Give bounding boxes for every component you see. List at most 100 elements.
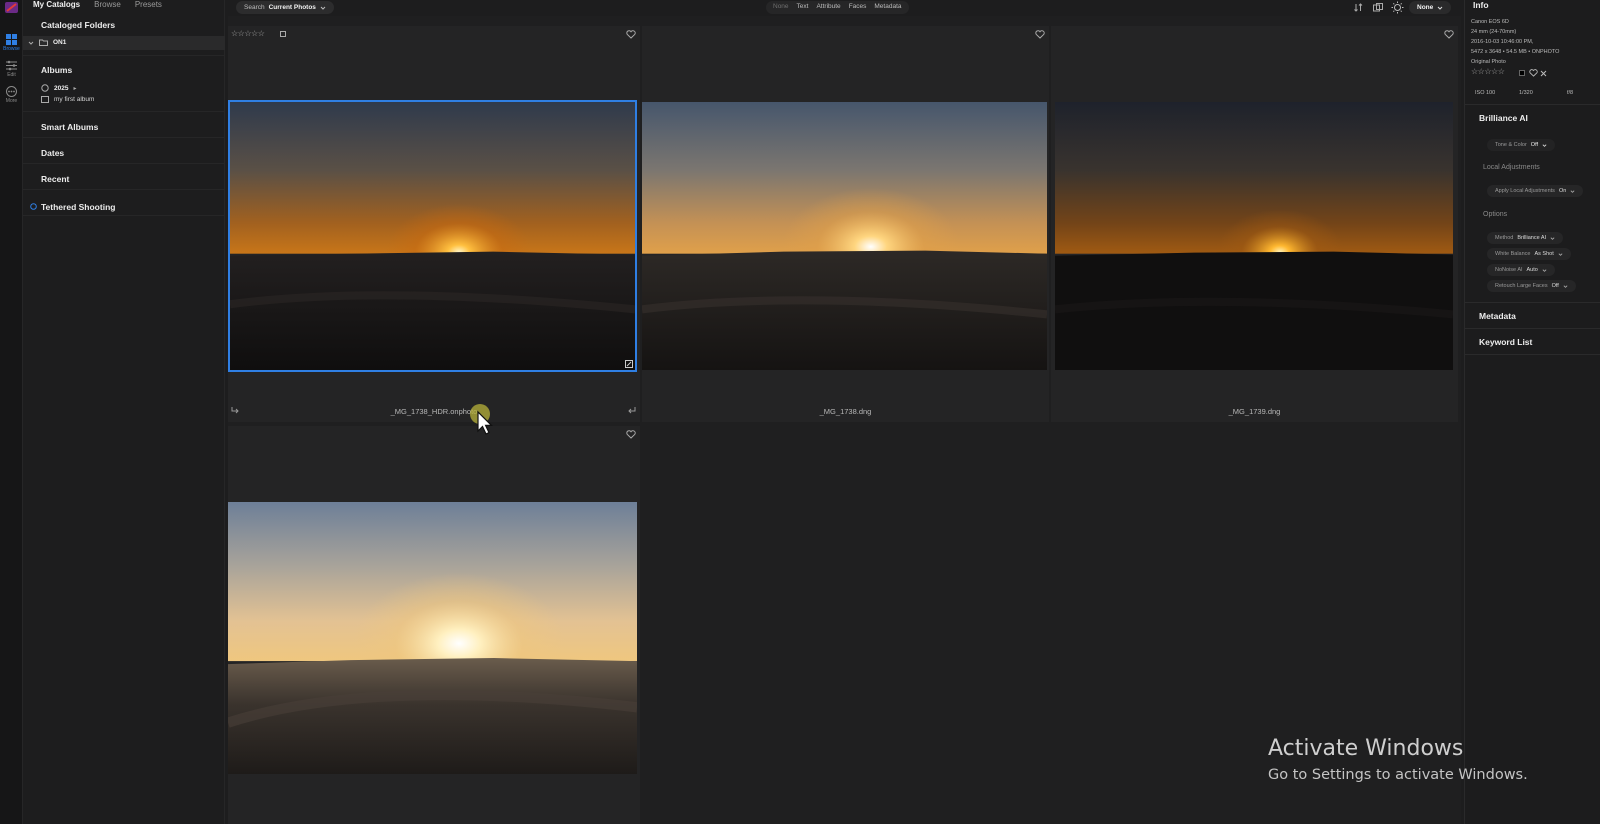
filter-attribute[interactable]: Attribute [816, 3, 840, 12]
sunset-image [1055, 102, 1453, 370]
info-panel: Info Canon EOS 6D 24 mm (24-70mm) 2016-1… [1464, 0, 1600, 824]
heart-icon[interactable] [626, 430, 636, 439]
keyword-list-title[interactable]: Keyword List [1479, 337, 1532, 347]
rail-browse[interactable]: Browse [0, 34, 23, 52]
rail-edit[interactable]: Edit [0, 60, 23, 78]
method-select[interactable]: Method Brilliance AI [1487, 232, 1564, 244]
tone-color-select[interactable]: Tone & Color Off [1487, 139, 1556, 151]
info-star-rating[interactable]: ☆☆☆☆☆ [1471, 67, 1505, 76]
white-balance-select[interactable]: White Balance As Shot [1487, 248, 1571, 260]
heart-icon[interactable] [1529, 69, 1538, 77]
tab-browse[interactable]: Browse [94, 0, 121, 12]
tab-presets[interactable]: Presets [135, 0, 162, 12]
watermark-title: Activate Windows [1268, 736, 1464, 761]
album-group-icon [41, 84, 49, 92]
rail-more[interactable]: More [0, 86, 23, 104]
catalog-panel: My Catalogs Browse Presets Cataloged Fol… [23, 0, 225, 824]
sort-select[interactable]: None [1409, 1, 1452, 14]
photo-filename: _MG_1739.dng [1228, 407, 1281, 416]
heart-icon[interactable] [1035, 30, 1045, 39]
album-icon [41, 96, 49, 103]
method-value: Brilliance AI [1517, 235, 1547, 241]
lens-info: 24 mm (24-70mm) [1471, 29, 1517, 35]
folder-icon [39, 39, 48, 46]
folder-name: ON1 [53, 39, 67, 46]
search-scope-button[interactable]: Search Current Photos [236, 1, 334, 14]
album-item-first[interactable]: my first album [41, 96, 94, 103]
divider [1465, 302, 1600, 303]
chevron-down-icon [1563, 284, 1568, 288]
tether-status-icon [30, 203, 37, 210]
star-rating[interactable]: ☆☆☆☆☆ [231, 29, 265, 38]
filter-metadata[interactable]: Metadata [874, 3, 901, 12]
compare-icon[interactable] [1373, 3, 1383, 12]
method-label: Method [1495, 235, 1514, 241]
light-icon[interactable] [1391, 1, 1404, 14]
retouch-faces-select[interactable]: Retouch Large Faces Off [1487, 280, 1576, 292]
albums-header[interactable]: Albums [41, 65, 72, 75]
photo-thumbnail[interactable] [1055, 102, 1453, 370]
chevron-down-icon [320, 6, 326, 10]
brilliance-title[interactable]: Brilliance AI [1479, 113, 1528, 123]
color-label-box[interactable] [280, 31, 286, 37]
info-title[interactable]: Info [1473, 0, 1489, 10]
heart-icon[interactable] [626, 30, 636, 39]
folder-row-on1[interactable]: ON1 [28, 39, 66, 46]
heart-icon[interactable] [1444, 30, 1454, 39]
rail-more-label: More [5, 98, 18, 104]
nonoise-select[interactable]: NoNoise AI Auto [1487, 264, 1555, 276]
cataloged-folders-header[interactable]: Cataloged Folders [41, 20, 115, 30]
recent-header[interactable]: Recent [41, 174, 69, 184]
filter-text[interactable]: Text [797, 3, 809, 12]
photo-grid: ☆☆☆☆☆ _MG_1738_HDR.onphoto _MG_1738.dng … [228, 16, 1461, 824]
sunset-image [230, 102, 635, 370]
photo-cell[interactable] [228, 426, 640, 824]
cataloged-folders-section: Cataloged Folders ON1 [23, 14, 225, 56]
apply-local-select[interactable]: Apply Local Adjustments On [1487, 185, 1584, 197]
photo-thumbnail[interactable] [228, 502, 637, 774]
photo-cell[interactable]: ☆☆☆☆☆ _MG_1738_HDR.onphoto [228, 26, 640, 422]
sort-icon[interactable] [1354, 3, 1363, 12]
album-item-2025[interactable]: 2025 ▸ [41, 84, 76, 92]
windows-activation-watermark: Activate Windows Go to Settings to activ… [1268, 736, 1528, 783]
filter-bar: None Text Attribute Faces Metadata [766, 1, 909, 14]
tab-my-catalogs[interactable]: My Catalogs [33, 0, 80, 12]
albums-section: Albums 2025 ▸ my first album [23, 56, 225, 112]
photo-thumbnail[interactable] [228, 100, 637, 372]
options-label: Options [1483, 211, 1508, 218]
smart-albums-header[interactable]: Smart Albums [41, 122, 98, 132]
tethered-header[interactable]: Tethered Shooting [41, 202, 115, 212]
apply-local-value: On [1558, 188, 1567, 194]
filter-none[interactable]: None [773, 3, 789, 12]
photo-cell[interactable]: _MG_1739.dng [1051, 26, 1458, 422]
retouch-faces-label: Retouch Large Faces [1495, 283, 1548, 289]
reject-icon[interactable] [1540, 70, 1547, 77]
chevron-down-icon [28, 41, 34, 45]
chevron-down-icon [1542, 143, 1547, 147]
filter-faces[interactable]: Faces [849, 3, 867, 12]
aperture-value: f/8 [1567, 90, 1574, 96]
dates-section: Dates [23, 138, 225, 164]
chevron-down-icon [1570, 189, 1575, 193]
iso-value: ISO 100 [1475, 90, 1496, 96]
divider [1465, 354, 1600, 355]
camera-model: Canon EOS 6D [1471, 19, 1509, 25]
photo-cell[interactable]: _MG_1738.dng [642, 26, 1049, 422]
dates-header[interactable]: Dates [41, 148, 64, 158]
mouse-cursor-icon [470, 404, 493, 435]
color-label-swatch[interactable] [1519, 70, 1525, 76]
expand-arrow-icon: ▸ [73, 85, 77, 92]
sort-value: None [1417, 4, 1434, 11]
shutter-value: 1/320 [1519, 90, 1533, 96]
metadata-title[interactable]: Metadata [1479, 311, 1516, 321]
nonoise-label: NoNoise AI [1495, 267, 1523, 273]
rotate-right-icon[interactable] [628, 406, 636, 414]
search-label: Search [244, 4, 265, 11]
retouch-faces-value: Off [1551, 283, 1559, 289]
smart-albums-section: Smart Albums [23, 112, 225, 138]
sunset-image [228, 502, 637, 774]
rail-edit-label: Edit [7, 72, 16, 78]
photo-thumbnail[interactable] [642, 102, 1047, 370]
panel-tabs: My Catalogs Browse Presets [23, 0, 162, 12]
watermark-subtitle: Go to Settings to activate Windows. [1268, 767, 1528, 783]
